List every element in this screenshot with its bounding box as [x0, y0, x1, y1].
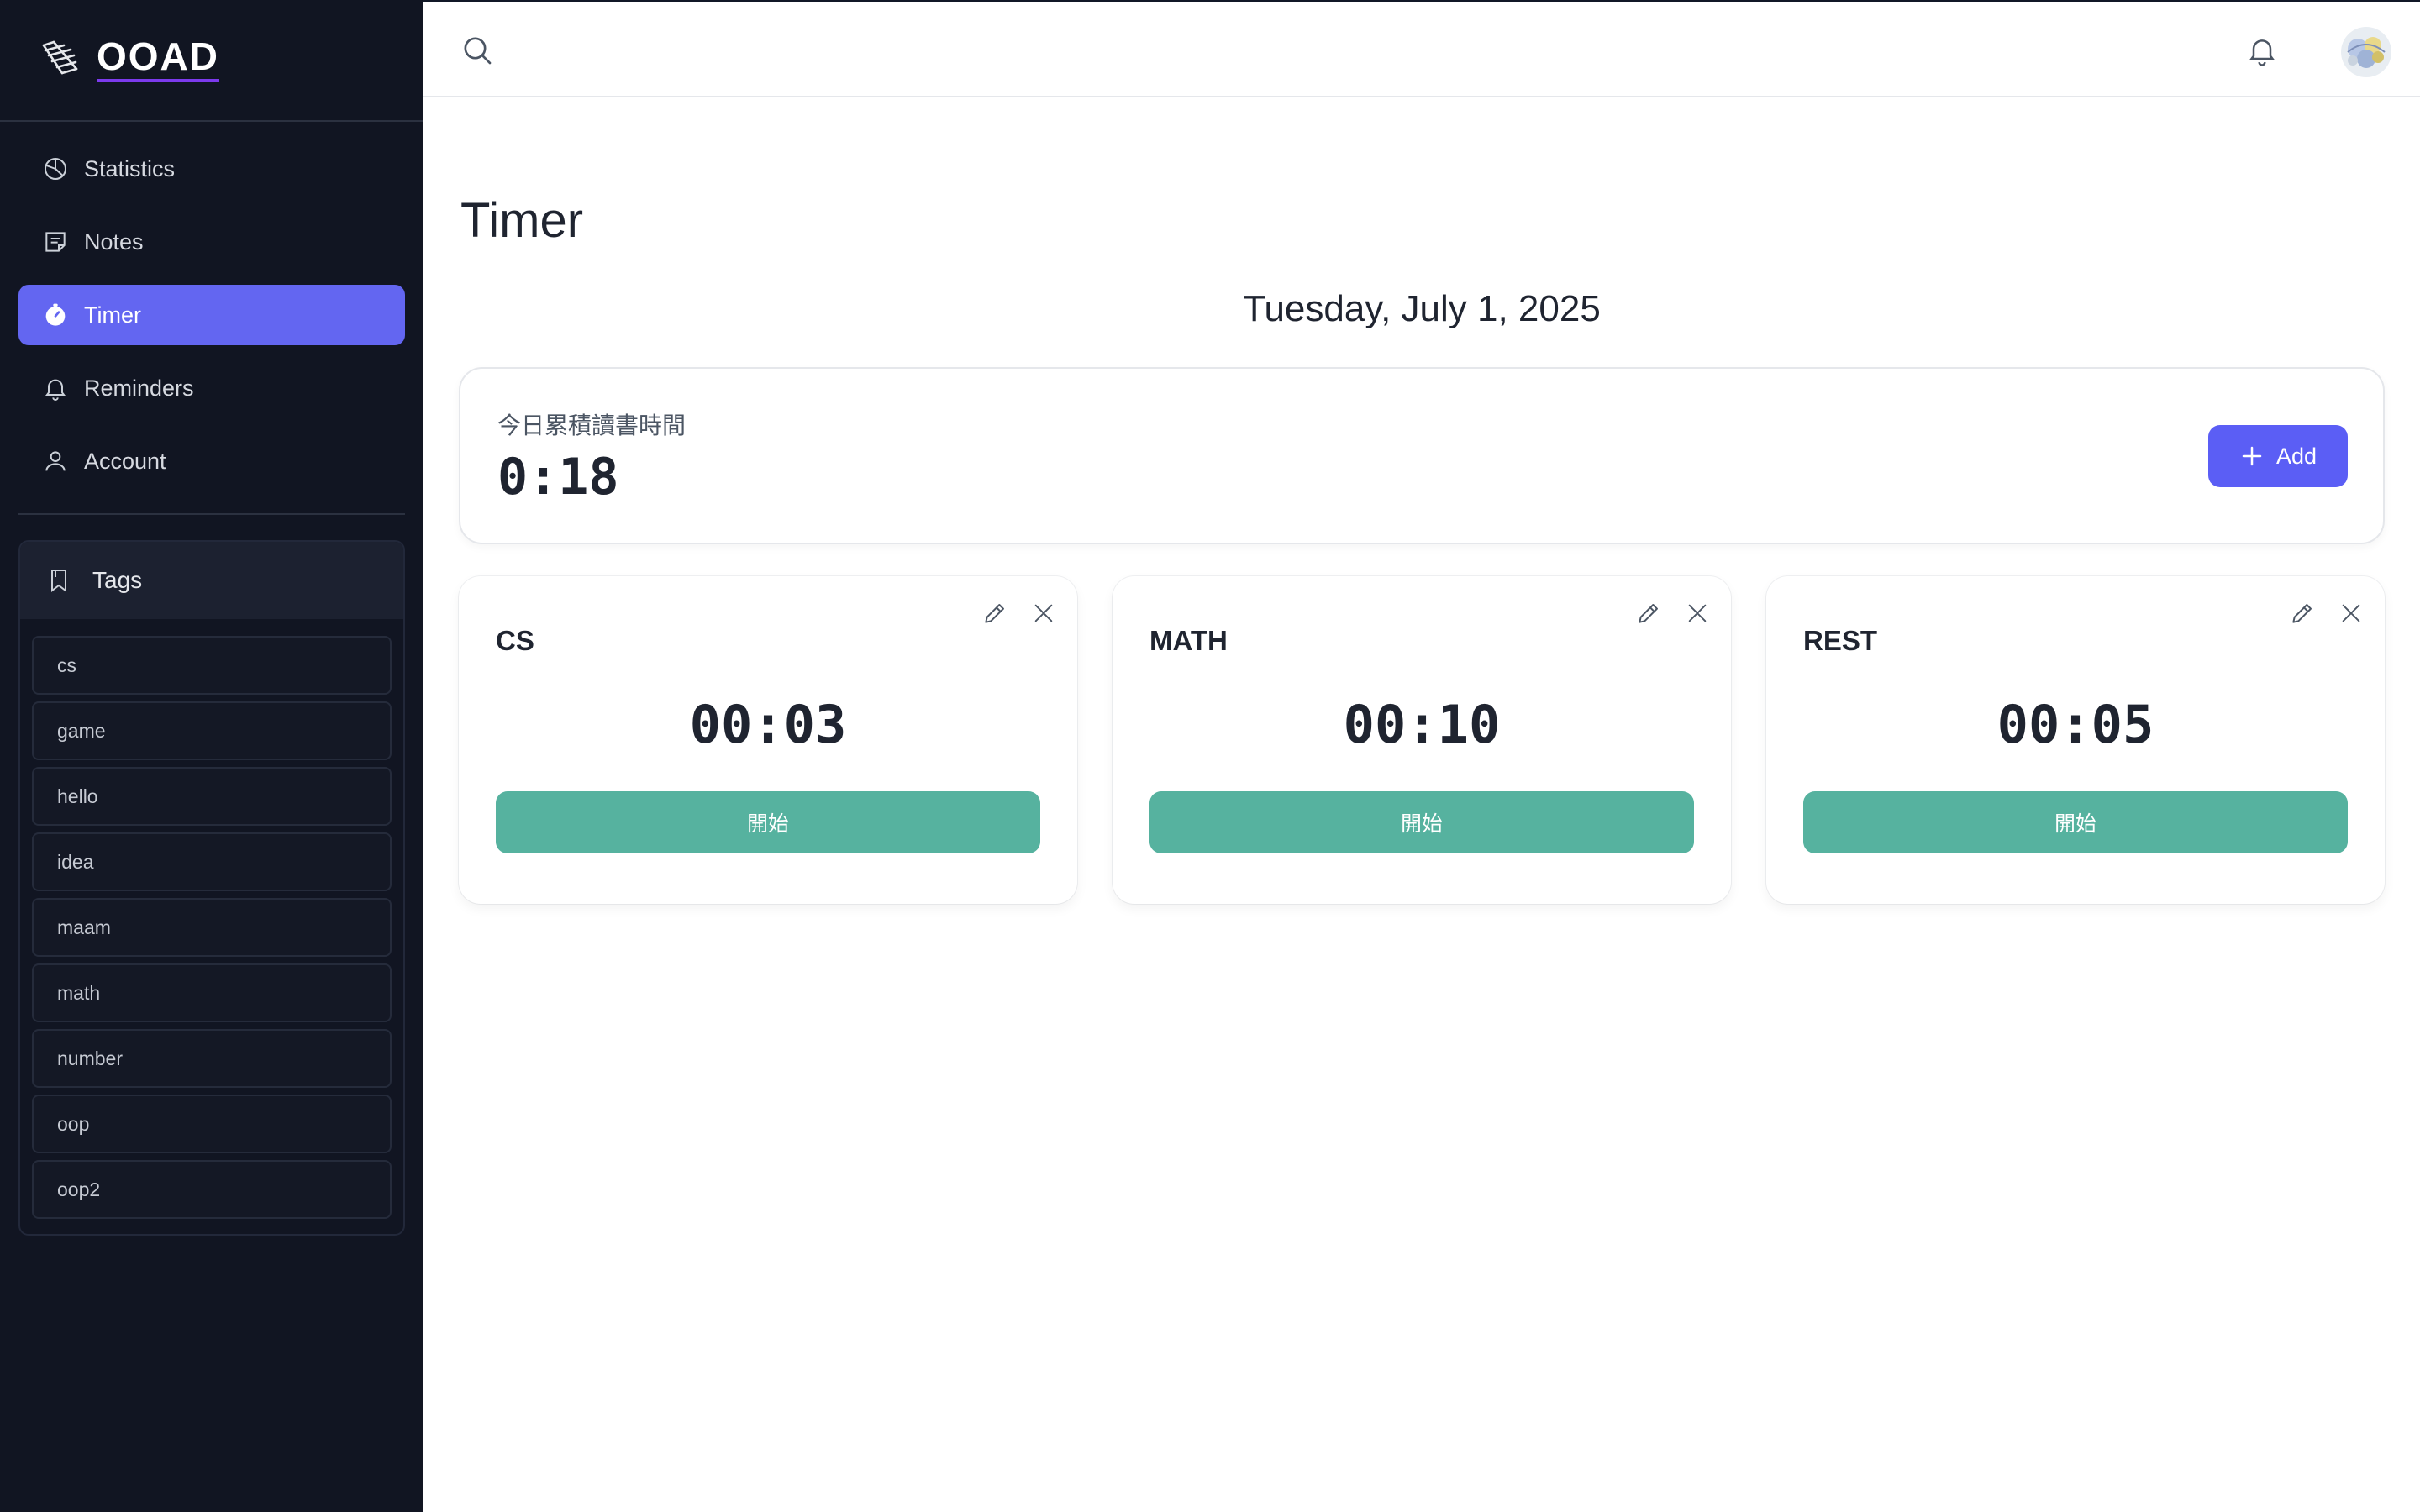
- search-icon[interactable]: [460, 34, 494, 67]
- page-title: Timer: [460, 193, 584, 248]
- tags-panel: Tags cs game hello idea maam math number…: [18, 540, 405, 1236]
- sidebar-divider: [18, 513, 405, 515]
- sidebar-item-statistics[interactable]: Statistics: [18, 139, 405, 199]
- tag-item[interactable]: cs: [32, 636, 392, 695]
- note-icon: [42, 228, 69, 255]
- tag-item[interactable]: idea: [32, 832, 392, 891]
- timer-title: REST: [1803, 625, 1878, 656]
- pencil-stripes-icon: [39, 39, 81, 81]
- timer-display: 00:03: [689, 694, 847, 755]
- sidebar-nav: Statistics Notes Timer Reminders Account: [18, 139, 405, 504]
- summary-total-time: 0:18: [497, 448, 619, 507]
- tag-list: cs game hello idea maam math number oop …: [20, 619, 403, 1219]
- timer-title: CS: [496, 625, 534, 656]
- pie-chart-icon: [42, 155, 69, 182]
- sidebar-item-label: Timer: [84, 302, 141, 328]
- user-avatar[interactable]: [2341, 27, 2391, 77]
- timer-card: CS 00:03 開始: [459, 576, 1077, 904]
- start-button[interactable]: 開始: [1150, 791, 1694, 853]
- user-icon: [42, 448, 69, 475]
- tag-item[interactable]: oop2: [32, 1160, 392, 1219]
- stopwatch-icon: [42, 302, 69, 328]
- app-root: OOAD Statistics Notes Timer Reminders Ac…: [0, 0, 2420, 1512]
- current-date: Tuesday, July 1, 2025: [1243, 288, 1601, 329]
- notification-bell-icon[interactable]: [2245, 32, 2279, 69]
- brand-name[interactable]: OOAD: [97, 35, 219, 82]
- tags-header[interactable]: Tags: [20, 542, 403, 619]
- plus-icon: [2242, 446, 2262, 466]
- sidebar-item-label: Statistics: [84, 155, 176, 181]
- timer-title: MATH: [1150, 625, 1228, 656]
- timer-card: REST 00:05 開始: [1766, 576, 2385, 904]
- tag-item[interactable]: hello: [32, 767, 392, 826]
- edit-pencil-icon[interactable]: [1635, 600, 1662, 627]
- edit-pencil-icon[interactable]: [981, 600, 1008, 627]
- daily-summary-card: 今日累積讀書時間 0:18 Add: [459, 367, 2385, 544]
- add-button-label: Add: [2275, 443, 2317, 469]
- sidebar-item-label: Reminders: [84, 375, 194, 401]
- sidebar-item-notes[interactable]: Notes: [18, 212, 405, 272]
- edit-pencil-icon[interactable]: [2289, 600, 2316, 627]
- bookmark-icon: [45, 567, 72, 594]
- close-icon[interactable]: [1032, 601, 1055, 625]
- close-icon[interactable]: [1686, 601, 1709, 625]
- sidebar-item-reminders[interactable]: Reminders: [18, 358, 405, 418]
- bell-icon: [42, 375, 69, 402]
- timer-display: 00:05: [1996, 694, 2154, 755]
- timer-cards: CS 00:03 開始 MATH 00:10 開始 REST 00:05 開始: [459, 576, 2385, 904]
- add-timer-button[interactable]: Add: [2208, 425, 2348, 487]
- sidebar-item-label: Account: [84, 448, 166, 474]
- start-button[interactable]: 開始: [496, 791, 1040, 853]
- sidebar-item-timer[interactable]: Timer: [18, 285, 405, 345]
- sidebar: OOAD Statistics Notes Timer Reminders Ac…: [0, 0, 424, 1512]
- tag-item[interactable]: maam: [32, 898, 392, 957]
- top-bar: [424, 0, 2420, 97]
- close-icon[interactable]: [2339, 601, 2363, 625]
- tag-item[interactable]: number: [32, 1029, 392, 1088]
- timer-card: MATH 00:10 開始: [1113, 576, 1731, 904]
- sidebar-item-account[interactable]: Account: [18, 431, 405, 491]
- brand-header: OOAD: [0, 0, 424, 122]
- tags-title: Tags: [92, 567, 143, 593]
- summary-label: 今日累積讀書時間: [497, 412, 687, 439]
- tag-item[interactable]: math: [32, 963, 392, 1022]
- tag-item[interactable]: game: [32, 701, 392, 760]
- start-button[interactable]: 開始: [1803, 791, 2348, 853]
- tag-item[interactable]: oop: [32, 1095, 392, 1153]
- timer-display: 00:10: [1343, 694, 1501, 755]
- sidebar-item-label: Notes: [84, 228, 144, 255]
